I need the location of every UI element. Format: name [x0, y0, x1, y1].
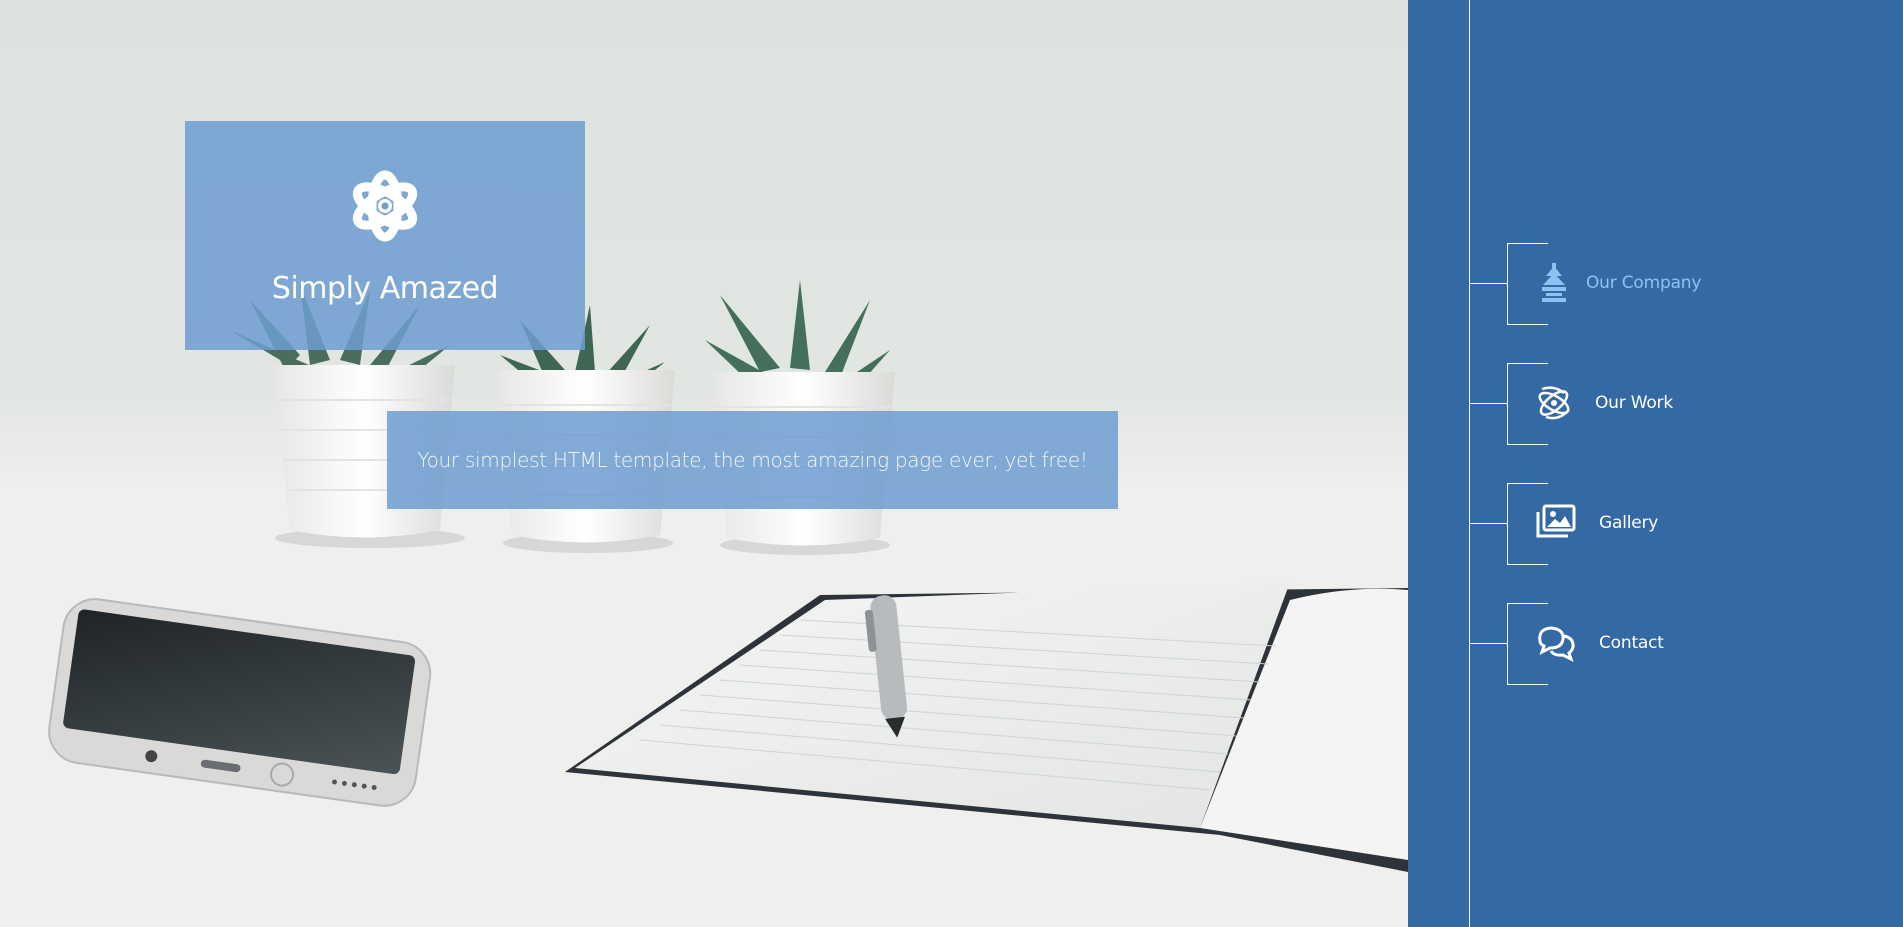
- sidebar-nav: Our Company Our Work Gallery Contact: [1408, 0, 1903, 927]
- site-title: Simply Amazed: [271, 271, 499, 306]
- atom-swirl-icon: [1538, 386, 1570, 420]
- chat-bubbles-icon: [1538, 626, 1575, 662]
- sidebar-item-label: Gallery: [1599, 513, 1659, 533]
- sidebar-item-our-work[interactable]: Our Work: [1408, 363, 1903, 445]
- sidebar-item-gallery[interactable]: Gallery: [1408, 483, 1903, 565]
- tagline-text: Your simplest HTML template, the most am…: [417, 448, 1088, 472]
- sidebar-item-contact[interactable]: Contact: [1408, 603, 1903, 685]
- sidebar-item-our-company[interactable]: Our Company: [1408, 243, 1903, 325]
- connector-line: [1469, 643, 1507, 644]
- connector-line: [1469, 283, 1507, 284]
- connector-line: [1469, 523, 1507, 524]
- tagline-box: Your simplest HTML template, the most am…: [387, 411, 1118, 509]
- sidebar-item-label: Contact: [1599, 633, 1664, 653]
- connector-line: [1469, 403, 1507, 404]
- sidebar-item-label: Our Work: [1595, 393, 1673, 413]
- atom-icon: [352, 170, 418, 242]
- sidebar-item-label: Our Company: [1586, 273, 1702, 293]
- sidebar-spine-line: [1469, 0, 1470, 927]
- tree-icon: [1542, 263, 1566, 302]
- gallery-icon: [1536, 504, 1576, 538]
- brand-box: Simply Amazed: [185, 121, 585, 350]
- hero-background: Simply Amazed Your simplest HTML templat…: [0, 0, 1408, 927]
- page: Simply Amazed Your simplest HTML templat…: [0, 0, 1903, 927]
